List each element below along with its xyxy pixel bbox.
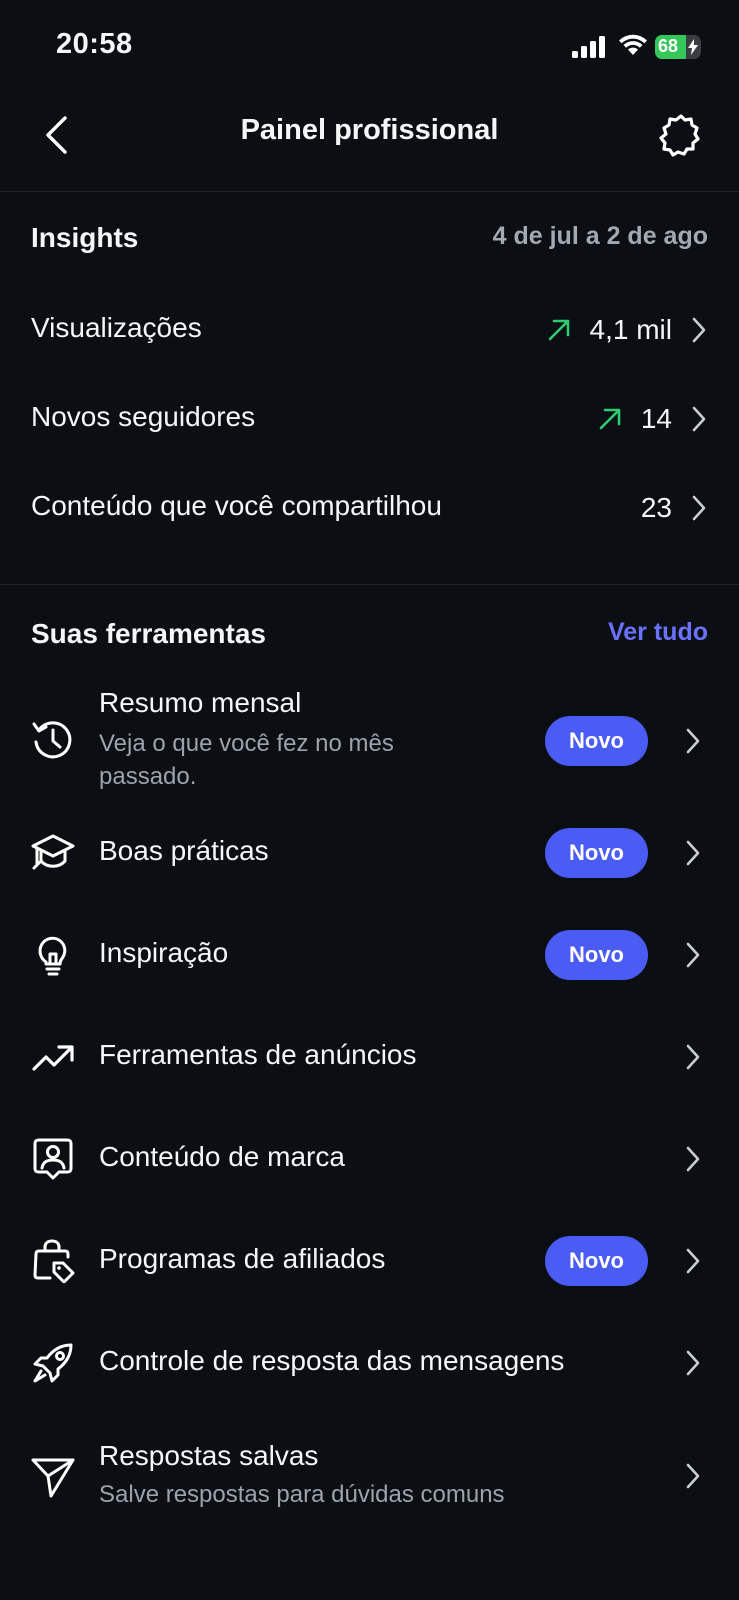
tool-saved-replies[interactable]: Respostas salvas Salve respostas para dú… xyxy=(0,1436,739,1516)
tool-title: Programas de afiliados xyxy=(99,1243,386,1274)
trend-up-icon xyxy=(548,319,569,341)
tool-title: Inspiração xyxy=(99,937,229,968)
insights-header: Insights 4 de jul a 2 de ago xyxy=(31,222,708,262)
tool-ad-tools[interactable]: Ferramentas de anúncios xyxy=(0,1024,739,1090)
new-badge: Novo xyxy=(545,930,648,980)
tools-header: Suas ferramentas Ver tudo xyxy=(31,618,708,658)
chevron-right-icon xyxy=(686,1146,700,1172)
date-range[interactable]: 4 de jul a 2 de ago xyxy=(493,222,708,251)
insight-value: 23 xyxy=(640,492,672,523)
chevron-right-icon xyxy=(692,317,706,343)
insight-label: Visualizações xyxy=(31,312,202,343)
new-badge: Novo xyxy=(545,828,648,878)
tool-branded-content[interactable]: Conteúdo de marca xyxy=(0,1126,739,1192)
chevron-right-icon xyxy=(686,728,700,754)
insight-row-views[interactable]: Visualizações 4,1 mil xyxy=(31,300,708,360)
chevron-right-icon xyxy=(692,406,706,432)
tool-title: Conteúdo de marca xyxy=(99,1141,345,1172)
battery-indicator: 68 xyxy=(655,35,701,59)
lightbulb-icon xyxy=(38,936,67,976)
chevron-right-icon xyxy=(686,1350,700,1376)
chevron-right-icon xyxy=(692,495,706,521)
insight-label: Novos seguidores xyxy=(31,401,256,432)
insights-title: Insights xyxy=(31,222,139,253)
chevron-right-icon xyxy=(686,840,700,866)
graduation-cap-icon xyxy=(31,834,75,870)
tool-title: Ferramentas de anúncios xyxy=(99,1039,417,1070)
chevron-right-icon xyxy=(686,1044,700,1070)
nav-bar: Painel profissional xyxy=(0,90,739,192)
chevron-right-icon xyxy=(686,1248,700,1274)
gear-icon xyxy=(659,114,700,157)
tool-subtitle: Veja o que você fez no mês passado. xyxy=(99,730,394,790)
trend-up-icon xyxy=(599,408,621,430)
new-badge: Novo xyxy=(545,716,648,766)
tool-title: Boas práticas xyxy=(99,835,269,866)
insight-value: 4,1 mil xyxy=(589,314,672,345)
insight-label: Conteúdo que você compartilhou xyxy=(31,490,442,521)
new-badge: Novo xyxy=(545,1236,648,1286)
tool-subtitle: Salve respostas para dúvidas comuns xyxy=(99,1481,505,1508)
tool-title: Respostas salvas xyxy=(99,1440,319,1471)
tool-affiliate-programs[interactable]: Programas de afiliados Novo xyxy=(0,1228,739,1294)
trending-up-icon xyxy=(32,1045,74,1071)
insight-value: 14 xyxy=(640,403,672,434)
rocket-icon xyxy=(33,1343,73,1383)
tool-title: Controle de resposta das mensagens xyxy=(99,1345,565,1376)
history-clock-icon xyxy=(32,721,72,759)
send-icon xyxy=(31,1458,75,1498)
cellular-signal-icon xyxy=(572,36,605,58)
tool-monthly-summary[interactable]: Resumo mensal Veja o que você fez no mês… xyxy=(0,687,739,790)
see-all-link[interactable]: Ver tudo xyxy=(608,618,708,647)
insight-row-new-followers[interactable]: Novos seguidores 14 xyxy=(31,389,708,449)
tool-message-response-control[interactable]: Controle de resposta das mensagens xyxy=(0,1330,739,1396)
chevron-right-icon xyxy=(686,942,700,968)
tool-inspiration[interactable]: Inspiração Novo xyxy=(0,922,739,988)
branded-content-icon xyxy=(33,1138,73,1180)
settings-button[interactable] xyxy=(656,110,706,160)
battery-percent: 68 xyxy=(658,36,679,56)
wifi-icon xyxy=(619,34,647,55)
charging-bolt-icon xyxy=(688,39,698,55)
chevron-right-icon xyxy=(686,1463,700,1489)
insight-row-content-shared[interactable]: Conteúdo que você compartilhou 23 xyxy=(31,478,708,538)
section-divider xyxy=(0,584,739,585)
shopping-bag-tag-icon xyxy=(33,1239,75,1283)
status-time: 20:58 xyxy=(56,28,133,60)
tool-best-practices[interactable]: Boas práticas Novo xyxy=(0,820,739,886)
tools-title: Suas ferramentas xyxy=(31,618,267,649)
page-title: Painel profissional xyxy=(240,114,499,146)
tool-title: Resumo mensal xyxy=(99,687,302,718)
status-bar: 20:58 68 xyxy=(0,0,739,90)
